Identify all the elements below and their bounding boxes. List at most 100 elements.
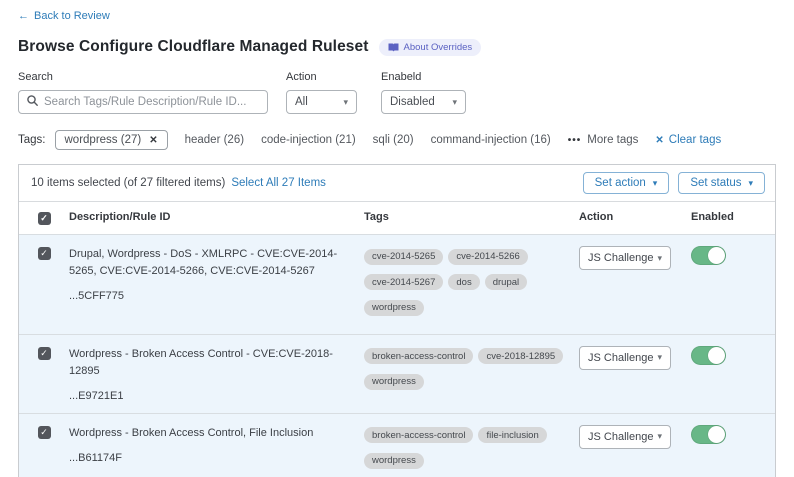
back-link-label: Back to Review bbox=[34, 10, 110, 22]
set-action-label: Set action bbox=[595, 177, 646, 189]
enabled-label: Enabeld bbox=[381, 71, 466, 83]
set-status-label: Set status bbox=[690, 177, 741, 189]
ellipsis-icon: ••• bbox=[568, 135, 582, 146]
about-overrides-badge[interactable]: About Overrides bbox=[379, 39, 482, 56]
enabled-toggle[interactable] bbox=[691, 246, 726, 265]
rules-table: 10 items selected (of 27 filtered items)… bbox=[18, 164, 776, 477]
rule-tags-cell: cve-2014-5265 cve-2014-5266 cve-2014-5267 d… bbox=[364, 246, 579, 323]
search-input[interactable] bbox=[44, 96, 259, 108]
more-tags-label: More tags bbox=[587, 134, 638, 146]
chevron-down-icon: ▾ bbox=[748, 179, 753, 188]
tag-option[interactable]: command-injection (16) bbox=[431, 134, 551, 146]
rule-action-cell: JS Challenge▾ bbox=[579, 346, 691, 402]
rule-description-cell: Drupal, Wordpress - DoS - XMLRPC - CVE:C… bbox=[69, 246, 364, 323]
table-header: ✓ Description/Rule ID Tags Action Enable… bbox=[19, 201, 775, 234]
row-checkbox[interactable]: ✓ bbox=[38, 426, 51, 439]
check-icon: ✓ bbox=[40, 428, 48, 437]
table-row: ✓ Wordpress - Broken Access Control - CVE… bbox=[19, 334, 775, 413]
rule-description: Wordpress - Broken Access Control, File … bbox=[69, 425, 346, 442]
search-label: Search bbox=[18, 71, 268, 83]
row-checkbox[interactable]: ✓ bbox=[38, 247, 51, 260]
tag-pill[interactable]: wordpress bbox=[364, 374, 424, 390]
tags-bar: Tags: wordpress (27) ✕ header (26)code-i… bbox=[18, 130, 776, 150]
search-box bbox=[18, 90, 268, 114]
rule-enabled-cell bbox=[691, 346, 775, 402]
tag-option[interactable]: header (26) bbox=[185, 134, 244, 146]
tag-pill[interactable]: cve-2018-12895 bbox=[478, 348, 563, 364]
search-filter: Search bbox=[18, 71, 268, 114]
rule-action-cell: JS Challenge ▾ bbox=[579, 425, 691, 476]
selection-bar: 10 items selected (of 27 filtered items)… bbox=[19, 165, 775, 201]
tag-pill[interactable]: drupal bbox=[485, 274, 527, 290]
rule-tags-cell: broken-access-control cve-2018-12895 wordp… bbox=[364, 346, 579, 402]
action-dropdown[interactable]: JS Challenge▾ bbox=[579, 346, 671, 370]
search-icon bbox=[27, 93, 44, 111]
chevron-down-icon: ▾ bbox=[657, 432, 662, 441]
check-icon: ✓ bbox=[40, 214, 48, 223]
row-select-cell: ✓ bbox=[19, 246, 69, 323]
row-select-cell: ✓ bbox=[19, 425, 69, 476]
tag-pill[interactable]: cve-2014-5267 bbox=[364, 274, 443, 290]
check-icon: ✓ bbox=[40, 249, 48, 258]
selected-tag-chip[interactable]: wordpress (27) ✕ bbox=[55, 130, 168, 150]
row-checkbox[interactable]: ✓ bbox=[38, 347, 51, 360]
tag-pill[interactable]: broken-access-control bbox=[364, 427, 473, 443]
set-status-button[interactable]: Set status ▾ bbox=[678, 172, 765, 194]
tag-pill[interactable]: dos bbox=[448, 274, 479, 290]
enabled-toggle[interactable] bbox=[691, 425, 726, 444]
enabled-toggle[interactable] bbox=[691, 346, 726, 365]
chevron-down-icon: ▾ bbox=[657, 254, 662, 263]
tag-pill[interactable]: cve-2014-5265 bbox=[364, 249, 443, 265]
chevron-down-icon: ▾ bbox=[343, 98, 348, 107]
table-row: ✓ Drupal, Wordpress - DoS - XMLRPC - CVE:… bbox=[19, 234, 775, 334]
action-select[interactable]: All ▾ bbox=[286, 90, 357, 114]
column-header-tags: Tags bbox=[364, 211, 579, 225]
action-dropdown-value: JS Challenge bbox=[588, 352, 653, 364]
table-row: ✓ Wordpress - Broken Access Control, File… bbox=[19, 413, 775, 477]
toggle-knob bbox=[708, 347, 725, 364]
clear-tags-label: Clear tags bbox=[669, 134, 721, 146]
rule-id: ...B61174F bbox=[69, 452, 346, 464]
action-filter: Action All ▾ bbox=[286, 71, 357, 114]
rule-description-cell: Wordpress - Broken Access Control - CVE:… bbox=[69, 346, 364, 402]
remove-tag-icon[interactable]: ✕ bbox=[149, 135, 157, 146]
back-arrow-icon: ← bbox=[18, 10, 29, 22]
filters: Search Action All ▾ Enabeld Disabled ▾ bbox=[18, 71, 776, 114]
selection-summary: 10 items selected (of 27 filtered items) bbox=[31, 177, 225, 189]
action-dropdown-value: JS Challenge bbox=[588, 252, 653, 264]
back-to-review-link[interactable]: ← Back to Review bbox=[18, 10, 110, 22]
tag-option[interactable]: code-injection (21) bbox=[261, 134, 356, 146]
action-dropdown[interactable]: JS Challenge ▾ bbox=[579, 246, 671, 270]
select-all-cell: ✓ bbox=[19, 211, 69, 225]
column-header-enabled: Enabled bbox=[691, 211, 775, 225]
enabled-select[interactable]: Disabled ▾ bbox=[381, 90, 466, 114]
select-all-link[interactable]: Select All 27 Items bbox=[231, 177, 326, 189]
column-header-action: Action bbox=[579, 211, 691, 225]
action-dropdown-value: JS Challenge bbox=[588, 431, 653, 443]
tag-pill[interactable]: wordpress bbox=[364, 453, 424, 469]
more-tags-button[interactable]: ••• More tags bbox=[568, 134, 639, 146]
clear-tags-button[interactable]: ✕ Clear tags bbox=[655, 134, 721, 146]
select-all-checkbox[interactable]: ✓ bbox=[38, 212, 51, 225]
page-title: Browse Configure Cloudflare Managed Rule… bbox=[18, 38, 369, 56]
chevron-down-icon: ▾ bbox=[653, 179, 658, 188]
tag-option[interactable]: sqli (20) bbox=[373, 134, 414, 146]
action-dropdown[interactable]: JS Challenge ▾ bbox=[579, 425, 671, 449]
tag-pill[interactable]: wordpress bbox=[364, 300, 424, 316]
toggle-knob bbox=[708, 426, 725, 443]
tag-pill[interactable]: cve-2014-5266 bbox=[448, 249, 527, 265]
set-action-button[interactable]: Set action ▾ bbox=[583, 172, 670, 194]
enabled-filter: Enabeld Disabled ▾ bbox=[381, 71, 466, 114]
tag-pill[interactable]: file-inclusion bbox=[478, 427, 546, 443]
rule-tags-cell: broken-access-control file-inclusion wordp… bbox=[364, 425, 579, 476]
bulk-action-buttons: Set action ▾ Set status ▾ bbox=[583, 172, 765, 194]
rule-id: ...5CFF775 bbox=[69, 290, 346, 302]
toggle-knob bbox=[708, 247, 725, 264]
rule-id: ...E9721E1 bbox=[69, 390, 346, 402]
book-icon bbox=[388, 43, 399, 52]
check-icon: ✓ bbox=[40, 349, 48, 358]
tag-pill[interactable]: broken-access-control bbox=[364, 348, 473, 364]
about-overrides-label: About Overrides bbox=[404, 42, 473, 53]
row-select-cell: ✓ bbox=[19, 346, 69, 402]
enabled-select-value: Disabled bbox=[390, 96, 435, 108]
